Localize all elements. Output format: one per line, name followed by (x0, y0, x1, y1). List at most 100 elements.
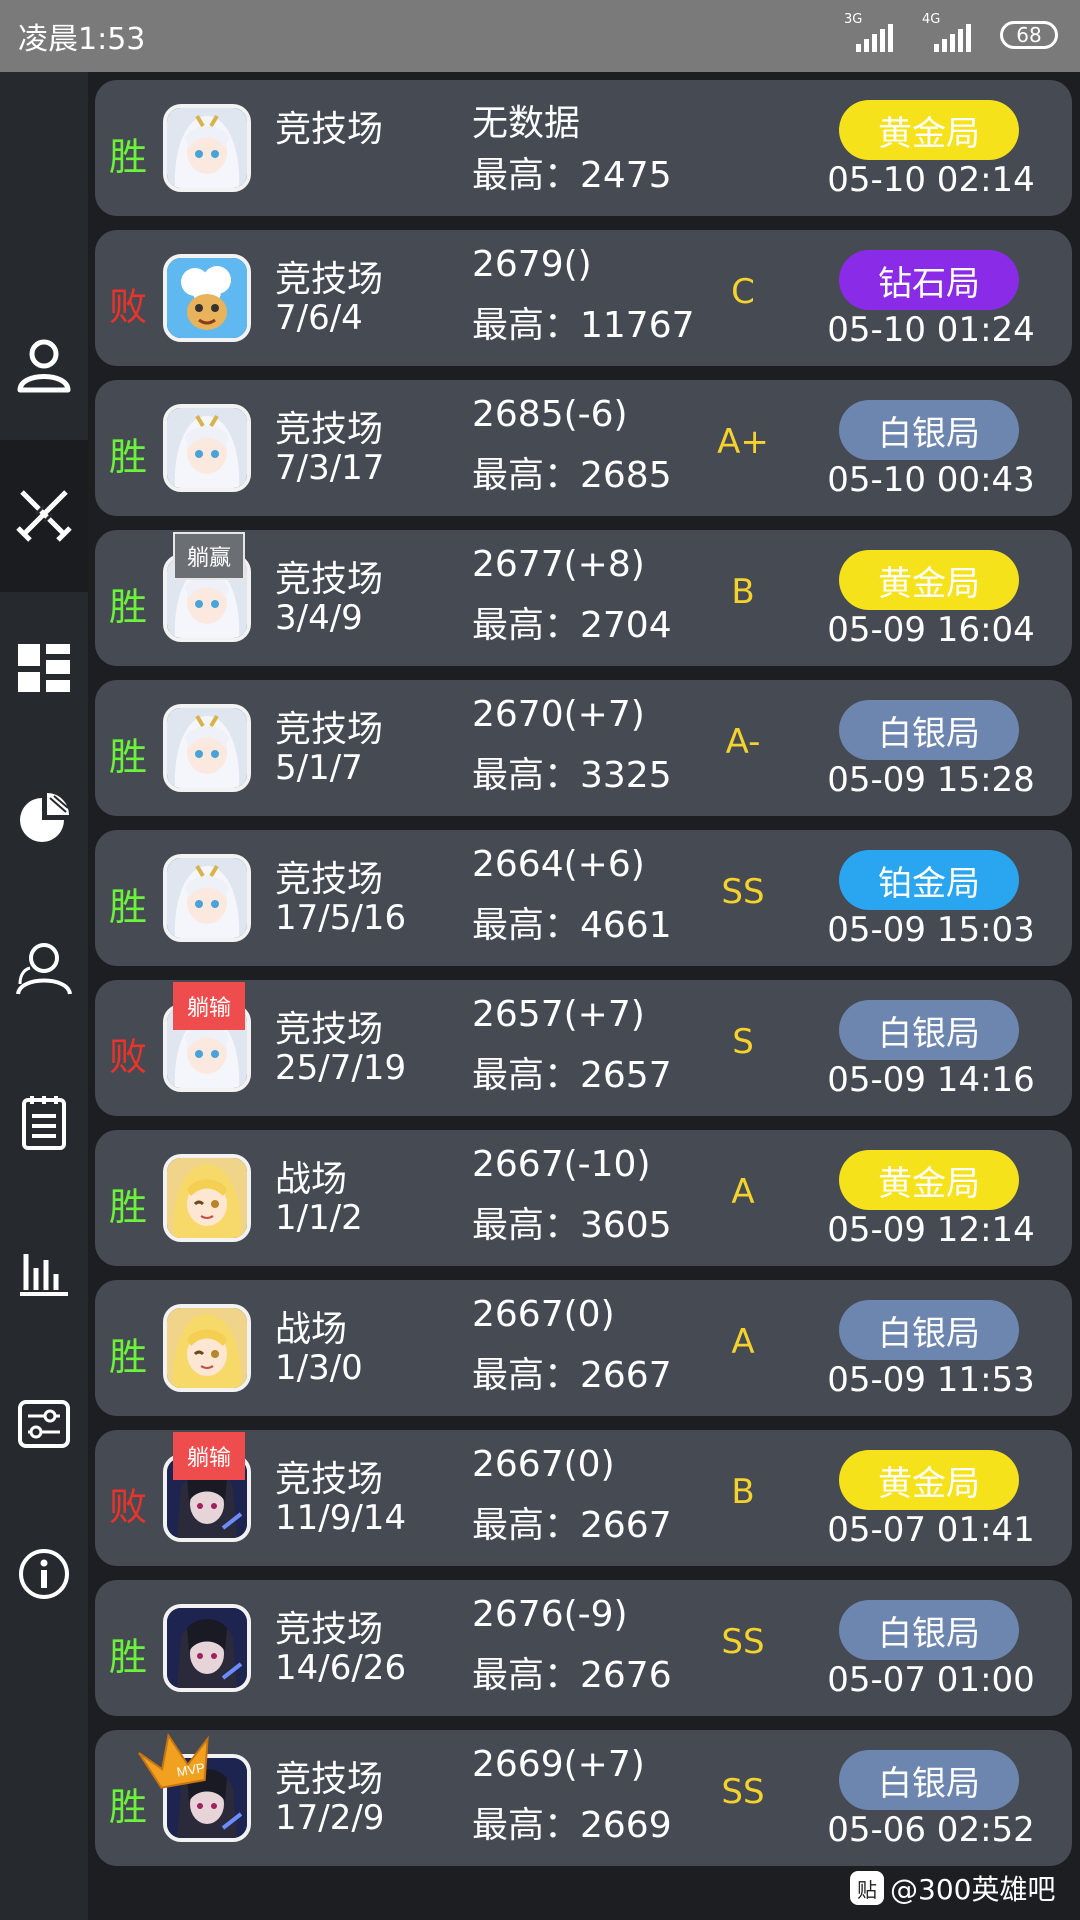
tieba-logo-icon: 贴 (850, 1871, 884, 1905)
match-date: 05-09 15:03 (827, 910, 1035, 950)
match-grade: SS (721, 872, 765, 912)
tier-badge: 黄金局 (839, 1150, 1019, 1210)
rating-score: 2657(+7) (472, 994, 645, 1035)
game-mode: 竞技场 (275, 259, 384, 300)
match-result: 胜 (109, 1185, 148, 1229)
game-mode: 竞技场 (275, 109, 384, 150)
notes-icon[interactable] (14, 1092, 74, 1152)
match-card[interactable]: 胜 竞技场 14/6/26 2676(-9) 最高：2676 SS 白银局 05-07 01:… (95, 1580, 1072, 1716)
dashboard-icon[interactable] (14, 638, 74, 698)
match-card[interactable]: 胜 竞技场 17/5/16 2664(+6) 最高：4661 SS 铂金局 05-09 15:… (95, 830, 1072, 966)
match-grade: B (731, 1472, 755, 1512)
tier-badge: 白银局 (839, 1750, 1019, 1810)
match-grade: A (731, 1322, 755, 1362)
match-grade: SS (721, 1772, 765, 1812)
battery-icon: 68 (1000, 21, 1058, 49)
match-result: 胜 (109, 885, 148, 929)
kda: 17/5/16 (275, 898, 407, 938)
tier-badge: 钻石局 (839, 250, 1019, 310)
rating-best: 最高：2669 (472, 1805, 672, 1846)
rating-best: 最高：3325 (472, 755, 672, 796)
outcome-tag: 躺输 (173, 982, 245, 1030)
tier-badge: 白银局 (839, 1600, 1019, 1660)
rating-score: 2685(-6) (472, 394, 628, 435)
game-mode: 竞技场 (275, 559, 384, 600)
kda: 1/3/0 (275, 1348, 363, 1388)
hero-avatar (163, 704, 251, 792)
rating-best: 最高：2685 (472, 455, 672, 496)
tier-badge: 白银局 (839, 400, 1019, 460)
rating-score: 2667(0) (472, 1444, 615, 1485)
user-icon[interactable] (14, 334, 74, 394)
match-card[interactable]: 败躺输 竞技场 11/9/14 2667(0) 最高：2667 B 黄金局 05-07 01:… (95, 1430, 1072, 1566)
match-result: 胜 (109, 435, 148, 479)
watermark-text: @300英雄吧 (890, 1873, 1056, 1906)
tier-badge: 铂金局 (839, 850, 1019, 910)
rating-best: 最高：4661 (472, 905, 672, 946)
kda: 14/6/26 (275, 1648, 407, 1688)
match-date: 05-09 14:16 (827, 1060, 1035, 1100)
tier-badge: 黄金局 (839, 1450, 1019, 1510)
rating-score: 2670(+7) (472, 694, 645, 735)
settings-icon[interactable] (14, 1394, 74, 1454)
rating-score: 2667(-10) (472, 1144, 651, 1185)
crossed-swords-icon[interactable] (14, 484, 74, 544)
kda: 7/6/4 (275, 298, 363, 338)
match-card[interactable]: 胜 竞技场 无数据 最高：2475 黄金局 05-10 02:14 (95, 80, 1072, 216)
hero-avatar (163, 404, 251, 492)
hero-avatar (163, 254, 251, 342)
kda: 3/4/9 (275, 598, 363, 638)
rating-score: 无数据 (472, 103, 581, 144)
friends-icon[interactable] (14, 938, 74, 998)
hero-avatar (163, 104, 251, 192)
rating-best: 最高：11767 (472, 305, 695, 346)
match-card[interactable]: 败 竞技场 7/6/4 2679() 最高：11767 C 钻石局 05-10 01:24 (95, 230, 1072, 366)
match-card[interactable]: 胜 竞技场 5/1/7 2670(+7) 最高：3325 A- 白银局 05-09 15:28 (95, 680, 1072, 816)
match-grade: A- (725, 722, 761, 762)
battery-level: 68 (1016, 23, 1042, 47)
match-result: 胜 (109, 1635, 148, 1679)
match-date: 05-10 02:14 (827, 160, 1035, 200)
match-date: 05-10 00:43 (827, 460, 1035, 500)
rating-best: 最高：3605 (472, 1205, 672, 1246)
match-card[interactable]: 胜 MVP 竞技场 17/2/9 2669(+7) 最高：2669 SS 白银局 05-06 0… (95, 1730, 1072, 1866)
signal-icon: 4G (922, 12, 978, 54)
bar-chart-icon[interactable] (14, 1242, 74, 1302)
rating-score: 2669(+7) (472, 1744, 645, 1785)
game-mode: 竞技场 (275, 409, 384, 450)
game-mode: 战场 (275, 1159, 348, 1200)
hero-avatar (163, 1304, 251, 1392)
match-date: 05-09 12:14 (827, 1210, 1035, 1250)
pie-chart-icon[interactable] (14, 788, 74, 848)
match-result: 胜 (109, 135, 148, 179)
match-card[interactable]: 胜 竞技场 7/3/17 2685(-6) 最高：2685 A+ 白银局 05-10 00:4… (95, 380, 1072, 516)
rating-best: 最高：2676 (472, 1655, 672, 1696)
kda: 17/2/9 (275, 1798, 385, 1838)
info-icon[interactable] (14, 1544, 74, 1604)
game-mode: 竞技场 (275, 1459, 384, 1500)
match-card[interactable]: 胜躺赢 竞技场 3/4/9 2677(+8) 最高：2704 B 黄金局 05-09 16:0… (95, 530, 1072, 666)
rating-best: 最高：2657 (472, 1055, 672, 1096)
match-grade: SS (721, 1622, 765, 1662)
status-bar: 凌晨1:53 3G 4G 68 (0, 0, 1080, 72)
match-result: 败 (109, 1485, 148, 1529)
match-grade: C (731, 272, 755, 312)
tier-badge: 白银局 (839, 1300, 1019, 1360)
game-mode: 竞技场 (275, 709, 384, 750)
match-card[interactable]: 胜 战场 1/1/2 2667(-10) 最高：3605 A 黄金局 05-09 12:14 (95, 1130, 1072, 1266)
kda: 7/3/17 (275, 448, 385, 488)
match-card[interactable]: 败躺输 竞技场 25/7/19 2657(+7) 最高：2657 S 白银局 05-09 14… (95, 980, 1072, 1116)
match-grade: B (731, 572, 755, 612)
match-grade: A+ (717, 422, 769, 462)
game-mode: 竞技场 (275, 859, 384, 900)
match-date: 05-06 02:52 (827, 1810, 1035, 1850)
rating-score: 2667(0) (472, 1294, 615, 1335)
match-result: 胜 (109, 1335, 148, 1379)
match-result: 败 (109, 285, 148, 329)
outcome-tag: 躺赢 (173, 532, 245, 580)
tier-badge: 黄金局 (839, 550, 1019, 610)
game-mode: 竞技场 (275, 1759, 384, 1800)
match-card[interactable]: 胜 战场 1/3/0 2667(0) 最高：2667 A 白银局 05-09 11:53 (95, 1280, 1072, 1416)
mvp-crown-icon: MVP (135, 1726, 225, 1796)
rating-best: 最高：2667 (472, 1355, 672, 1396)
